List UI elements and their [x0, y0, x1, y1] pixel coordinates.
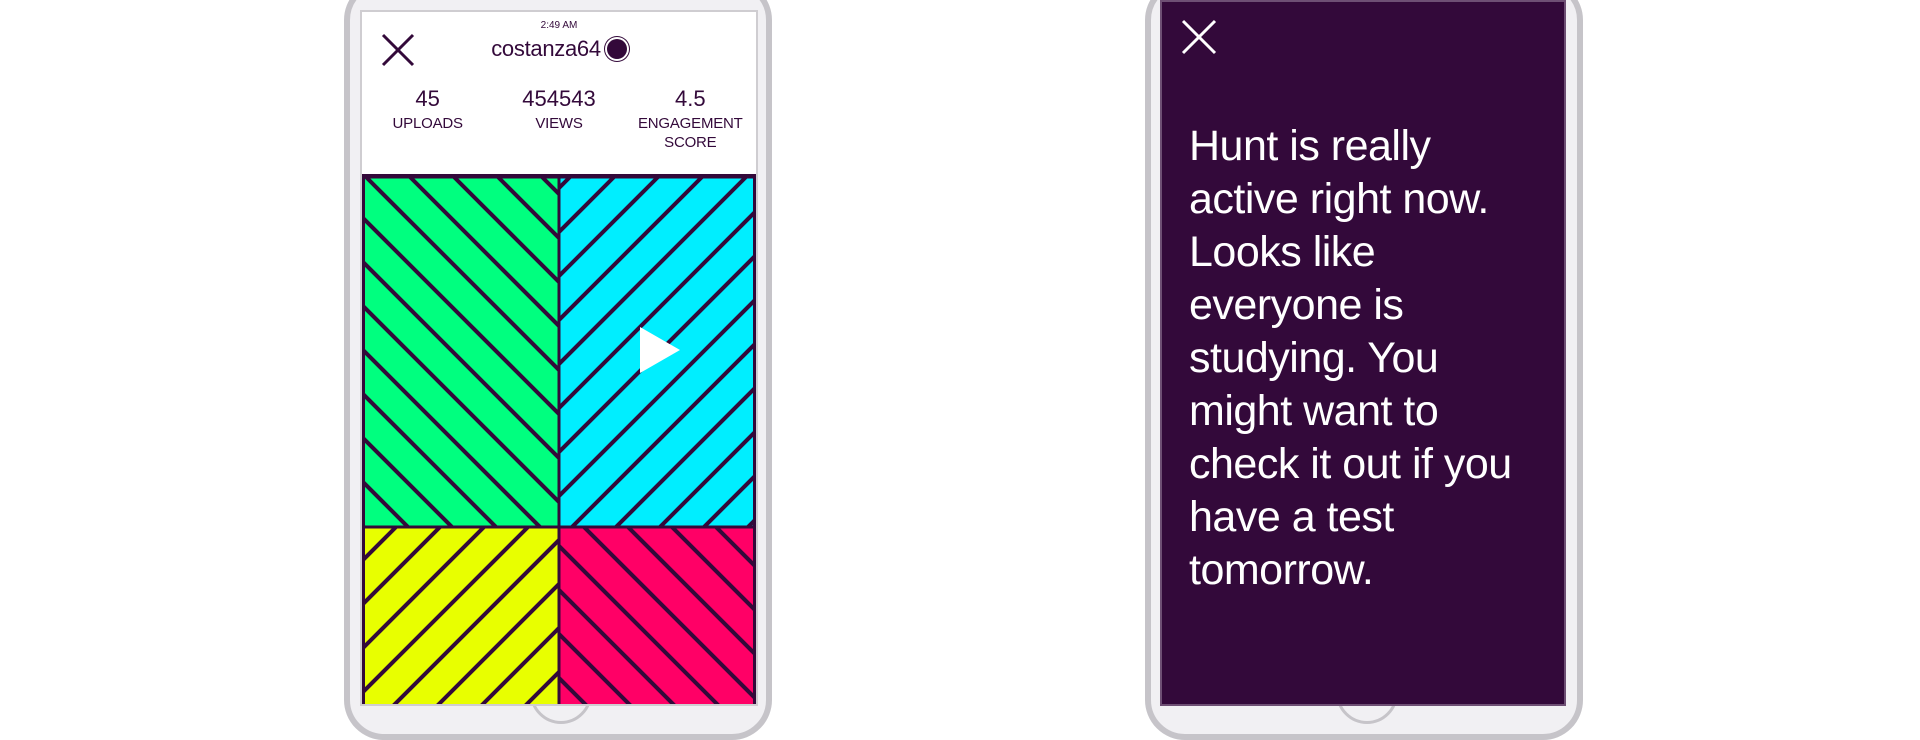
- profile-screen: 2:49 AM costanza64 45 UPLOADS 454543 VIE…: [360, 10, 758, 706]
- close-icon[interactable]: [1180, 18, 1218, 56]
- status-time: 2:49 AM: [540, 20, 578, 31]
- message-text: Hunt is really active right now. Looks l…: [1189, 122, 1512, 594]
- stat-label: VIEWS: [535, 115, 583, 132]
- stats-row: 45 UPLOADS 454543 VIEWS 4.5 ENGAGEMENT S…: [362, 86, 756, 152]
- stat-value: 4.5: [675, 86, 706, 111]
- video-thumbnail: [362, 177, 756, 704]
- stat-value: 454543: [522, 86, 596, 111]
- stat-engagement: 4.5 ENGAGEMENT SCORE: [625, 86, 756, 152]
- video-player[interactable]: [362, 174, 756, 704]
- message-screen: Hunt is really active right now. Looks l…: [1160, 0, 1566, 706]
- stat-views: 454543 VIEWS: [493, 86, 624, 152]
- online-dot-icon: [606, 39, 627, 59]
- stat-label: ENGAGEMENT SCORE: [637, 115, 743, 151]
- stat-label: UPLOADS: [392, 115, 463, 132]
- thumb-quadrant-bottom-left: [362, 527, 559, 704]
- stat-value: 45: [415, 86, 440, 111]
- stat-uploads: 45 UPLOADS: [362, 86, 493, 152]
- profile-header: costanza64: [362, 36, 756, 62]
- username[interactable]: costanza64: [491, 36, 601, 61]
